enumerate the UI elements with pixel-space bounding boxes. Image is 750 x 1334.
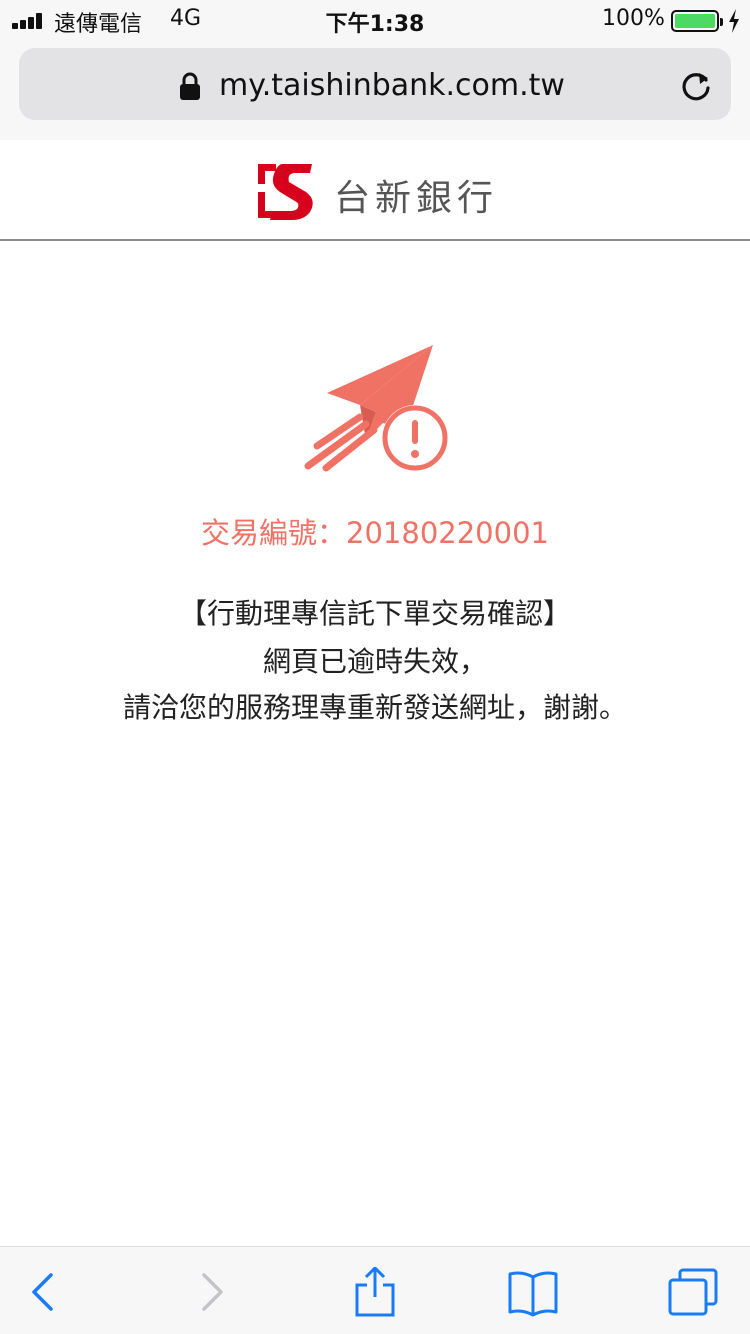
site-header: 台新銀行 [0, 140, 750, 241]
status-bar: 遠傳電信 4G 下午1:38 100% [0, 0, 750, 40]
bookmarks-icon[interactable] [508, 1267, 558, 1317]
paper-plane-alert-icon [304, 345, 448, 472]
address-bar[interactable]: my.taishinbank.com.tw [19, 48, 731, 120]
charging-icon [729, 9, 739, 33]
message-instruction: 請洽您的服務理專重新發送網址，謝謝。 [122, 691, 627, 724]
reload-icon[interactable] [679, 69, 713, 103]
back-icon[interactable] [20, 1267, 70, 1317]
url-text[interactable]: my.taishinbank.com.tw [219, 68, 565, 103]
forward-icon[interactable] [185, 1267, 235, 1317]
browser-toolbar [0, 1246, 750, 1334]
taishin-logo-icon [258, 164, 313, 220]
transaction-number: 交易編號：20180220001 [201, 516, 549, 550]
battery-fill [675, 14, 715, 28]
battery-icon [671, 10, 723, 32]
brand-name: 台新銀行 [334, 178, 499, 219]
message-title: 【行動理專信託下單交易確認】 [178, 597, 571, 630]
lock-icon [180, 72, 200, 100]
tabs-icon[interactable] [668, 1267, 718, 1317]
battery-percentage: 100% [602, 6, 665, 31]
share-icon[interactable] [348, 1267, 398, 1317]
message-expired: 網頁已逾時失效， [262, 645, 487, 678]
browser-address-area: my.taishinbank.com.tw [0, 40, 750, 140]
